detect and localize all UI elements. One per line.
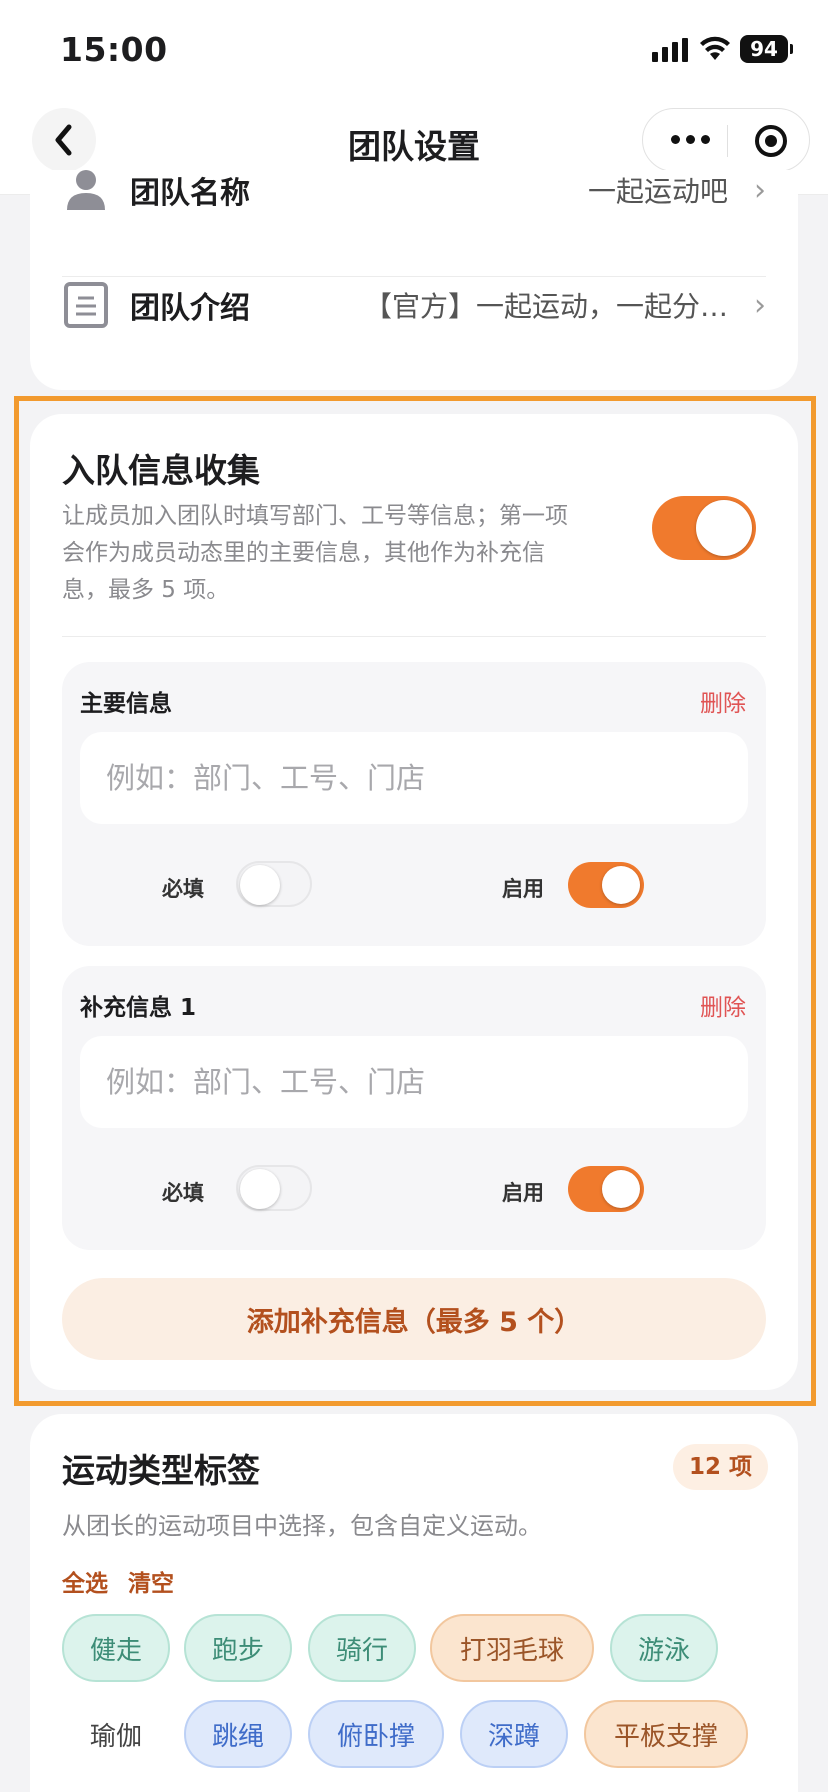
join-info-description: 让成员加入团队时填写部门、工号等信息；第一项会作为成员动态里的主要信息，其他作为… <box>62 503 568 603</box>
join-info-title: 入队信息收集 <box>62 451 260 490</box>
document-icon <box>62 281 110 329</box>
sport-tag[interactable]: 平板支撑 <box>584 1700 748 1768</box>
chevron-right-icon: › <box>754 287 766 323</box>
primary-info-field: 主要信息 删除 必填 启用 <box>62 662 766 946</box>
team-name-label: 团队名称 <box>130 176 250 211</box>
field-title: 补充信息 1 <box>80 995 197 1021</box>
team-info-card: 团队名称 一起运动吧 › 团队介绍 【官方】一起运动，一起分… › <box>30 170 798 390</box>
team-intro-row[interactable]: 团队介绍 【官方】一起运动，一起分… › <box>62 255 766 355</box>
tags-count-badge: 12 项 <box>672 1444 768 1490</box>
required-label: 必填 <box>162 877 204 901</box>
cellular-signal-icon <box>652 38 688 62</box>
status-time: 15:00 <box>60 30 168 69</box>
team-name-row[interactable]: 团队名称 一起运动吧 › <box>62 140 766 240</box>
required-toggle[interactable] <box>236 861 312 907</box>
team-name-value: 一起运动吧 <box>587 175 728 208</box>
tag-actions: 全选 清空 <box>62 1564 174 1598</box>
sport-tag[interactable]: 瑜伽 <box>62 1700 170 1768</box>
team-intro-label: 团队介绍 <box>130 291 250 326</box>
delete-button[interactable]: 删除 <box>700 988 746 1022</box>
sport-tag[interactable]: 深蹲 <box>460 1700 568 1768</box>
join-info-toggle[interactable] <box>652 496 756 560</box>
required-toggle[interactable] <box>236 1165 312 1211</box>
sport-tag[interactable]: 游泳 <box>610 1614 718 1682</box>
wifi-icon <box>700 36 730 60</box>
join-info-card: 入队信息收集 让成员加入团队时填写部门、工号等信息；第一项会作为成员动态里的主要… <box>30 414 798 1390</box>
section-divider <box>62 636 766 637</box>
sport-tags-title: 运动类型标签 <box>62 1451 260 1490</box>
sport-tag[interactable]: 骑行 <box>308 1614 416 1682</box>
sport-tag[interactable]: 健走 <box>62 1614 170 1682</box>
select-all-button[interactable]: 全选 <box>62 1564 108 1598</box>
clear-button[interactable]: 清空 <box>128 1564 174 1598</box>
field-input[interactable] <box>80 1036 748 1128</box>
sport-tags-description: 从团长的运动项目中选择，包含自定义运动。 <box>62 1512 542 1540</box>
enabled-toggle[interactable] <box>568 862 644 908</box>
required-label: 必填 <box>162 1181 204 1205</box>
team-intro-value: 【官方】一起运动，一起分… <box>363 290 728 323</box>
field-title: 主要信息 <box>80 691 172 717</box>
enabled-label: 启用 <box>502 1181 544 1205</box>
add-supplementary-info-button[interactable]: 添加补充信息（最多 5 个） <box>62 1278 766 1360</box>
chevron-right-icon: › <box>754 172 766 208</box>
sport-tag[interactable]: 跑步 <box>184 1614 292 1682</box>
supplementary-info-field: 补充信息 1 删除 必填 启用 <box>62 966 766 1250</box>
sport-tag[interactable]: 跳绳 <box>184 1700 292 1768</box>
enabled-label: 启用 <box>502 877 544 901</box>
sport-tags-card: 运动类型标签 12 项 从团长的运动项目中选择，包含自定义运动。 全选 清空 健… <box>30 1414 798 1792</box>
delete-button[interactable]: 删除 <box>700 684 746 718</box>
status-bar: 15:00 94 <box>0 0 828 100</box>
sport-tag[interactable]: 打羽毛球 <box>430 1614 594 1682</box>
sport-tag[interactable]: 俯卧撑 <box>308 1700 444 1768</box>
field-input[interactable] <box>80 732 748 824</box>
enabled-toggle[interactable] <box>568 1166 644 1212</box>
battery-icon: 94 <box>740 35 793 63</box>
user-icon <box>62 166 110 214</box>
